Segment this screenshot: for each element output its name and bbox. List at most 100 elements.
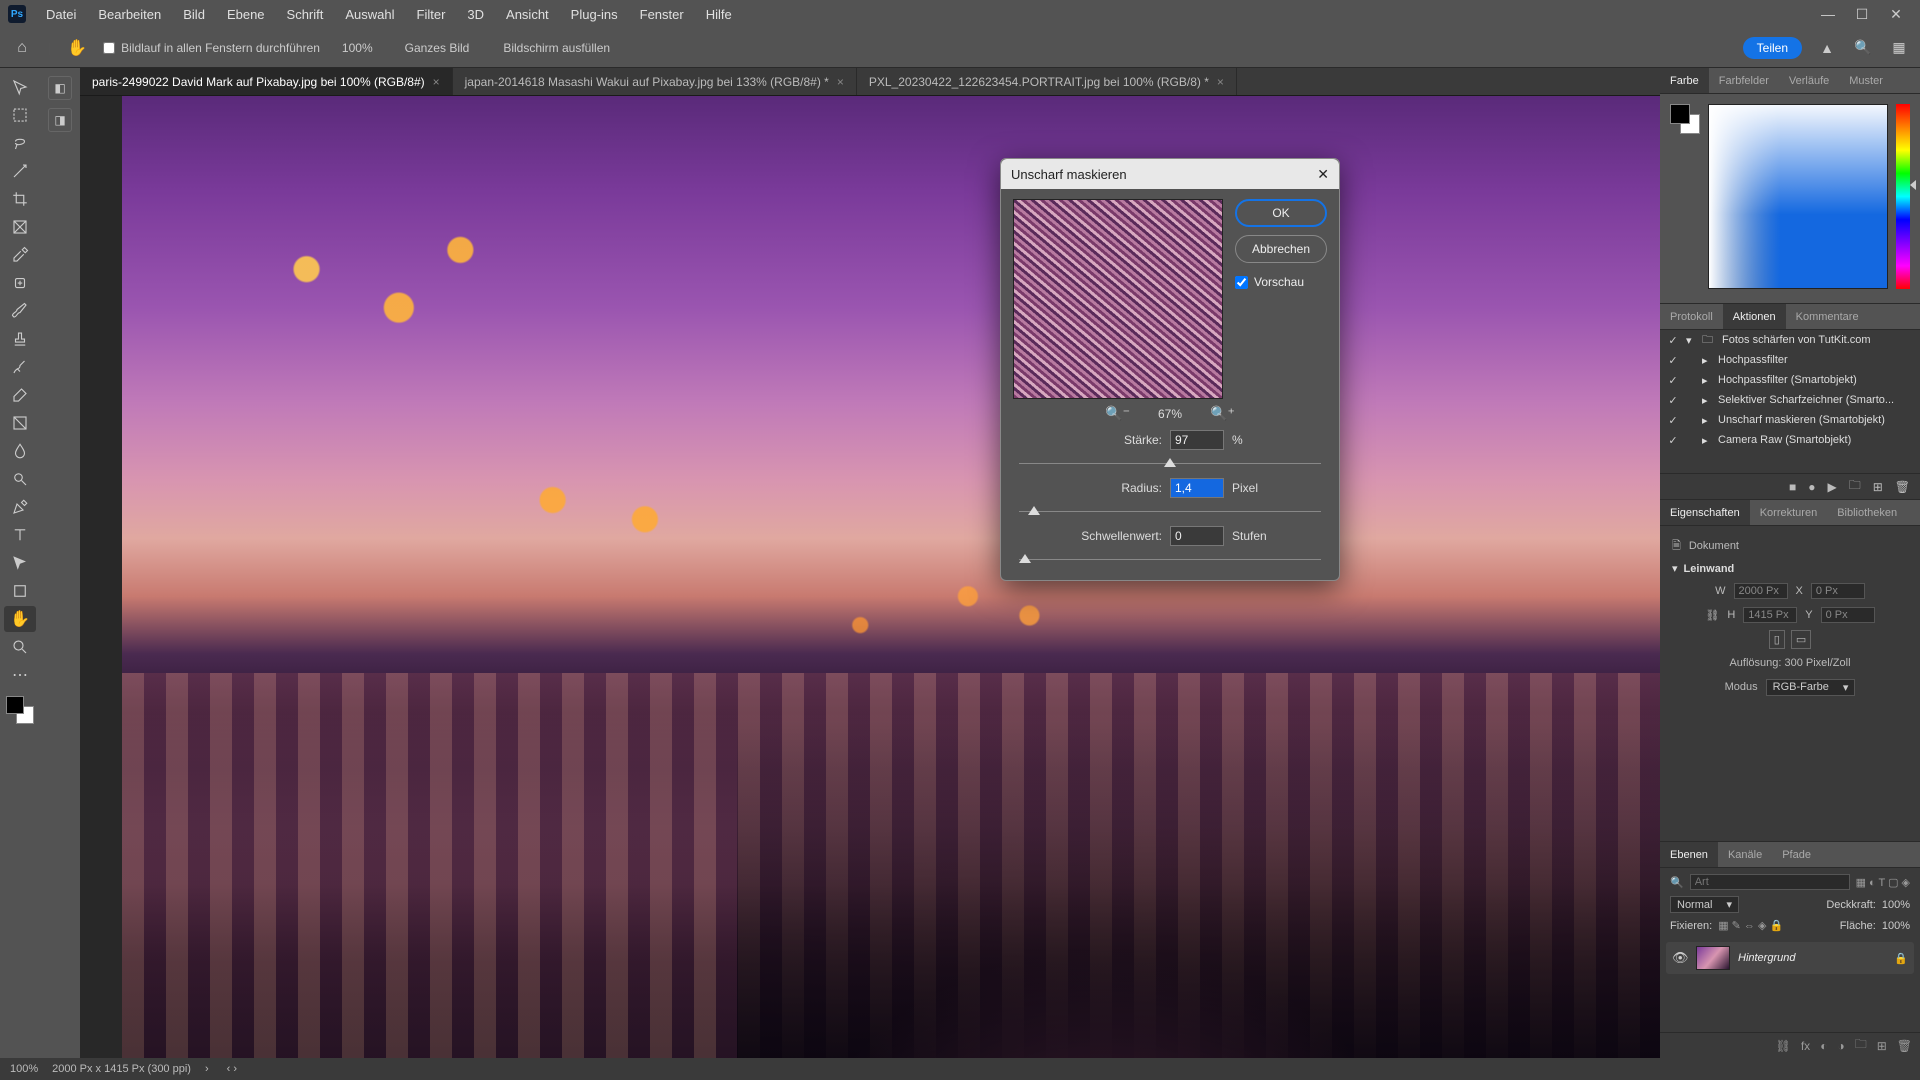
path-tool[interactable] <box>4 550 36 576</box>
zoom-tool[interactable] <box>4 634 36 660</box>
menu-edit[interactable]: Bearbeiten <box>88 3 171 26</box>
lock-icons[interactable]: ▦ ✎ ⇔ ◈ 🔒 <box>1718 919 1783 932</box>
move-tool[interactable] <box>4 74 36 100</box>
threshold-input[interactable] <box>1170 526 1224 546</box>
mask-icon[interactable]: ◐ <box>1820 1039 1827 1053</box>
new-action-icon[interactable]: ⊞ <box>1873 480 1883 494</box>
layer-filter-input[interactable] <box>1690 874 1850 890</box>
cancel-button[interactable]: Abbrechen <box>1235 235 1327 263</box>
menu-filter[interactable]: Filter <box>407 3 456 26</box>
tab-swatches[interactable]: Farbfelder <box>1709 68 1779 93</box>
color-swatches[interactable] <box>6 696 34 724</box>
workspace-icon[interactable]: ▦ <box>1888 37 1910 59</box>
account-icon[interactable]: ▲ <box>1816 37 1838 59</box>
search-icon[interactable]: 🔍 <box>1852 37 1874 59</box>
filter-icons[interactable]: ▦ ◐ T ▢ ◈ <box>1856 876 1910 889</box>
menu-help[interactable]: Hilfe <box>696 3 742 26</box>
hue-handle[interactable] <box>1910 180 1916 190</box>
radius-input[interactable] <box>1170 478 1224 498</box>
status-zoom[interactable]: 100% <box>10 1063 38 1075</box>
new-layer-icon[interactable]: ⊞ <box>1877 1039 1887 1053</box>
wand-tool[interactable] <box>4 158 36 184</box>
adjustment-icon[interactable]: ◑ <box>1837 1039 1844 1053</box>
eraser-tool[interactable] <box>4 382 36 408</box>
menu-layer[interactable]: Ebene <box>217 3 275 26</box>
amount-input[interactable] <box>1170 430 1224 450</box>
tab-layers[interactable]: Ebenen <box>1660 842 1718 867</box>
tab-history[interactable]: Protokoll <box>1660 304 1723 329</box>
record-icon[interactable]: ● <box>1808 480 1815 494</box>
play-icon[interactable]: ▶ <box>1827 480 1836 494</box>
portrait-icon[interactable]: ▯ <box>1769 630 1785 649</box>
hand-tool[interactable]: ✋ <box>4 606 36 632</box>
tab-properties[interactable]: Eigenschaften <box>1660 500 1750 525</box>
blur-tool[interactable] <box>4 438 36 464</box>
marquee-tool[interactable] <box>4 102 36 128</box>
close-tab-icon[interactable]: × <box>837 75 844 89</box>
radius-slider[interactable] <box>1019 506 1321 518</box>
heal-tool[interactable] <box>4 270 36 296</box>
color-cursor[interactable] <box>1850 260 1860 270</box>
menu-type[interactable]: Schrift <box>277 3 334 26</box>
collapsed-panel-2[interactable]: ◨ <box>48 108 72 132</box>
dodge-tool[interactable] <box>4 466 36 492</box>
new-set-icon[interactable]: 🗀 <box>1849 476 1861 497</box>
tab-patterns[interactable]: Muster <box>1839 68 1893 93</box>
stamp-tool[interactable] <box>4 326 36 352</box>
lock-icon[interactable]: 🔒 <box>1894 952 1908 965</box>
action-item[interactable]: ✓▸Camera Raw (Smartobjekt) <box>1660 430 1920 450</box>
layer-thumbnail[interactable] <box>1696 946 1730 970</box>
status-arrow[interactable]: › <box>205 1063 209 1075</box>
dialog-titlebar[interactable]: Unscharf maskieren ✕ <box>1001 159 1339 189</box>
scroll-all-windows-checkbox[interactable]: Bildlauf in allen Fenstern durchführen <box>103 41 320 55</box>
delete-layer-icon[interactable]: 🗑 <box>1897 1039 1912 1053</box>
hue-slider[interactable] <box>1896 104 1910 289</box>
preview-checkbox[interactable]: Vorschau <box>1235 275 1327 289</box>
group-icon[interactable]: 🗀 <box>1855 1035 1867 1056</box>
link-layers-icon[interactable]: ⛓ <box>1776 1039 1791 1053</box>
menu-window[interactable]: Fenster <box>630 3 694 26</box>
frame-tool[interactable] <box>4 214 36 240</box>
fill-value[interactable]: 100% <box>1882 920 1910 932</box>
document-tab-3[interactable]: PXL_20230422_122623454.PORTRAIT.jpg bei … <box>857 68 1237 95</box>
tab-libraries[interactable]: Bibliotheken <box>1827 500 1907 525</box>
history-brush-tool[interactable] <box>4 354 36 380</box>
delete-icon[interactable]: 🗑 <box>1895 480 1910 494</box>
close-tab-icon[interactable]: × <box>1217 75 1224 89</box>
shape-tool[interactable] <box>4 578 36 604</box>
crop-tool[interactable] <box>4 186 36 212</box>
dialog-close-icon[interactable]: ✕ <box>1317 166 1329 183</box>
home-icon[interactable]: ⌂ <box>10 36 34 60</box>
fit-screen-button[interactable]: Ganzes Bild <box>395 38 480 58</box>
action-set[interactable]: ✓▾🗀Fotos schärfen von TutKit.com <box>1660 330 1920 350</box>
opacity-value[interactable]: 100% <box>1882 899 1910 911</box>
zoom-level-display[interactable]: 100% <box>334 41 381 55</box>
scroll-all-checkbox-input[interactable] <box>103 42 115 54</box>
document-tab-1[interactable]: paris-2499022 David Mark auf Pixabay.jpg… <box>80 68 453 95</box>
threshold-slider[interactable] <box>1019 554 1321 566</box>
action-item[interactable]: ✓▸Unscharf maskieren (Smartobjekt) <box>1660 410 1920 430</box>
eyedropper-tool[interactable] <box>4 242 36 268</box>
tab-color[interactable]: Farbe <box>1660 68 1709 93</box>
action-item[interactable]: ✓▸Hochpassfilter <box>1660 350 1920 370</box>
layer-name[interactable]: Hintergrund <box>1738 952 1886 964</box>
action-item[interactable]: ✓▸Selektiver Scharfzeichner (Smarto... <box>1660 390 1920 410</box>
color-field[interactable] <box>1708 104 1888 289</box>
canvas-section[interactable]: ▾Leinwand <box>1672 562 1908 575</box>
menu-view[interactable]: Ansicht <box>496 3 559 26</box>
brush-tool[interactable] <box>4 298 36 324</box>
menu-image[interactable]: Bild <box>173 3 215 26</box>
ok-button[interactable]: OK <box>1235 199 1327 227</box>
zoom-out-icon[interactable]: 🔍⁻ <box>1105 405 1130 422</box>
layer-row[interactable]: 👁 Hintergrund 🔒 <box>1666 942 1914 974</box>
tab-channels[interactable]: Kanäle <box>1718 842 1772 867</box>
menu-select[interactable]: Auswahl <box>335 3 404 26</box>
preview-checkbox-input[interactable] <box>1235 276 1248 289</box>
tab-actions[interactable]: Aktionen <box>1723 304 1786 329</box>
action-item[interactable]: ✓▸Hochpassfilter (Smartobjekt) <box>1660 370 1920 390</box>
collapsed-panel-1[interactable]: ◧ <box>48 76 72 100</box>
blend-mode-select[interactable]: Normal▾ <box>1670 896 1739 913</box>
visibility-icon[interactable]: 👁 <box>1672 950 1688 966</box>
menu-file[interactable]: Datei <box>36 3 86 26</box>
type-tool[interactable] <box>4 522 36 548</box>
